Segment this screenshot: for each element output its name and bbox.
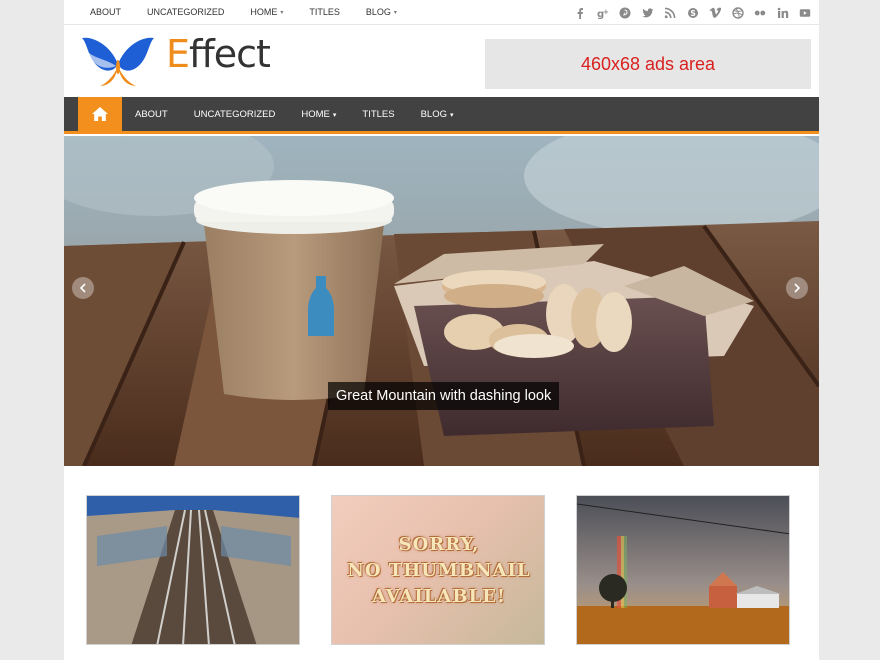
top-nav-item-home[interactable]: HOME ▾ bbox=[250, 0, 283, 25]
slider-prev-button[interactable] bbox=[72, 277, 94, 299]
top-nav-label: BLOG bbox=[365, 7, 391, 17]
main-nav-item-about[interactable]: ABOUT bbox=[135, 97, 168, 131]
chevron-down-icon: ▾ bbox=[393, 10, 397, 16]
svg-text:+: + bbox=[603, 8, 609, 16]
home-button[interactable] bbox=[78, 97, 122, 131]
top-nav-label: UNCATEGORIZED bbox=[147, 7, 225, 17]
youtube-icon[interactable] bbox=[799, 7, 811, 19]
logo-text: Effect bbox=[166, 28, 271, 80]
top-bar: ABOUT UNCATEGORIZED HOME ▾ TITLES BLOG ▾ g… bbox=[64, 0, 819, 25]
main-nav-label: BLOG bbox=[420, 109, 447, 120]
main-nav: ABOUT UNCATEGORIZED HOME ▾ TITLES BLOG ▾ bbox=[64, 97, 819, 134]
skype-icon[interactable]: S bbox=[687, 7, 699, 19]
slider-next-button[interactable] bbox=[786, 277, 808, 299]
top-nav-item-blog[interactable]: BLOG ▾ bbox=[366, 0, 397, 25]
dribbble-icon[interactable] bbox=[731, 6, 744, 19]
top-nav: ABOUT UNCATEGORIZED HOME ▾ TITLES BLOG ▾ bbox=[90, 0, 423, 25]
main-nav-label: HOME bbox=[301, 109, 330, 120]
social-links: g + S bbox=[564, 0, 812, 25]
main-nav-item-titles[interactable]: TITLES bbox=[362, 97, 394, 131]
placeholder-line: SORRY, bbox=[398, 534, 480, 555]
top-nav-label: ABOUT bbox=[90, 7, 122, 17]
top-nav-item-about[interactable]: ABOUT bbox=[90, 0, 121, 25]
page: ABOUT UNCATEGORIZED HOME ▾ TITLES BLOG ▾ g… bbox=[64, 0, 819, 660]
twitter-icon[interactable] bbox=[641, 7, 654, 19]
post-thumbnail-placeholder[interactable]: SORRY, NO THUMBNAIL AVAILABLE! bbox=[331, 495, 545, 645]
slide-caption[interactable]: Great Mountain with dashing look bbox=[328, 382, 560, 410]
home-icon bbox=[92, 107, 108, 121]
google-plus-icon[interactable]: g + bbox=[597, 7, 609, 19]
post-thumbnail-barn[interactable] bbox=[576, 495, 790, 645]
rss-icon[interactable] bbox=[664, 7, 676, 19]
placeholder-line: AVAILABLE! bbox=[372, 586, 506, 607]
logo-first-letter: E bbox=[166, 32, 190, 76]
pinterest-icon[interactable] bbox=[619, 7, 631, 19]
vimeo-icon[interactable] bbox=[709, 7, 721, 19]
chevron-down-icon: ▾ bbox=[280, 10, 284, 16]
chevron-left-icon bbox=[79, 283, 86, 293]
chevron-down-icon: ▾ bbox=[332, 112, 337, 119]
main-nav-item-uncategorized[interactable]: UNCATEGORIZED bbox=[194, 97, 276, 131]
facebook-icon[interactable] bbox=[574, 7, 586, 19]
top-nav-item-uncategorized[interactable]: UNCATEGORIZED bbox=[147, 0, 224, 25]
butterfly-logo-icon bbox=[82, 37, 154, 86]
ad-banner[interactable]: 460x68 ads area bbox=[485, 39, 811, 89]
main-nav-item-blog[interactable]: BLOG ▾ bbox=[421, 97, 454, 131]
placeholder-line: NO THUMBNAIL bbox=[347, 560, 531, 581]
top-nav-item-titles[interactable]: TITLES bbox=[309, 0, 340, 25]
svg-text:S: S bbox=[690, 9, 695, 18]
main-nav-label: ABOUT bbox=[135, 109, 168, 120]
main-nav-label: UNCATEGORIZED bbox=[193, 109, 276, 120]
main-nav-label: TITLES bbox=[362, 109, 395, 120]
featured-slider[interactable]: Great Mountain with dashing look bbox=[64, 136, 819, 466]
no-thumbnail-placeholder: SORRY, NO THUMBNAIL AVAILABLE! bbox=[332, 496, 544, 644]
main-nav-item-home[interactable]: HOME ▾ bbox=[301, 97, 336, 131]
site-logo[interactable]: Effect bbox=[80, 32, 280, 90]
chevron-down-icon: ▾ bbox=[450, 112, 454, 119]
slide-image bbox=[64, 136, 819, 466]
logo-rest: ffect bbox=[189, 32, 271, 76]
ad-text: 460x68 ads area bbox=[580, 53, 716, 74]
linkedin-icon[interactable] bbox=[777, 7, 789, 19]
railway-image bbox=[87, 496, 299, 644]
top-nav-label: HOME bbox=[250, 7, 278, 17]
top-nav-label: TITLES bbox=[309, 7, 340, 17]
chevron-right-icon bbox=[794, 283, 801, 293]
flickr-icon[interactable] bbox=[754, 7, 766, 19]
barn-rainbow-image bbox=[577, 496, 789, 644]
post-thumbnail-railway[interactable] bbox=[86, 495, 300, 645]
